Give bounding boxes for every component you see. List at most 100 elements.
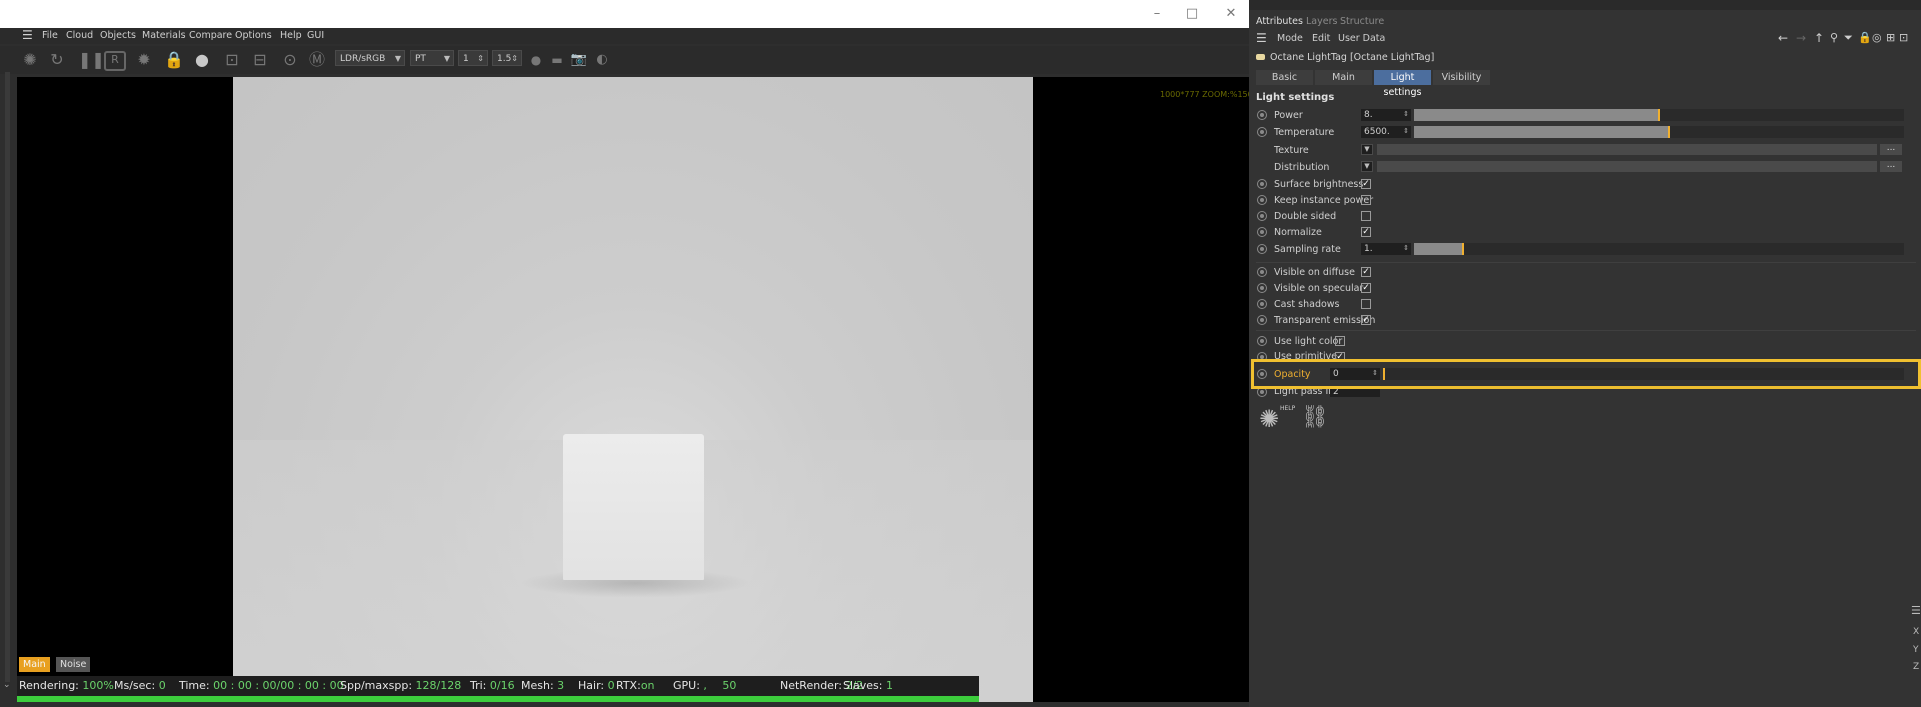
- transparent-emission-animate-radio[interactable]: [1257, 315, 1267, 325]
- pass-tab-noise[interactable]: Noise: [56, 657, 91, 672]
- minimize-button[interactable]: –: [1148, 6, 1166, 22]
- distribution-link-field[interactable]: [1377, 161, 1877, 172]
- double-sided-animate-radio[interactable]: [1257, 211, 1267, 221]
- menu-edit[interactable]: Edit: [1312, 33, 1330, 44]
- use-light-color-animate-radio[interactable]: [1257, 336, 1267, 346]
- surface-brightness-checkbox[interactable]: ✓: [1361, 179, 1371, 189]
- tab-structure[interactable]: Structure: [1340, 16, 1384, 27]
- distribution-dropdown[interactable]: ▼: [1361, 161, 1373, 172]
- restart-render-icon[interactable]: ↻: [47, 50, 67, 70]
- clay-mode-icon[interactable]: ⊟: [250, 50, 270, 70]
- transparent-emission-checkbox[interactable]: ✓: [1361, 315, 1371, 325]
- value2-stepper[interactable]: 1.5 ⇕: [492, 50, 522, 66]
- pause-icon[interactable]: ❚❚: [78, 50, 105, 70]
- forward-arrow-icon[interactable]: →: [1796, 31, 1806, 45]
- value1-stepper[interactable]: 1 ⇕: [458, 50, 488, 66]
- menu-mode[interactable]: Mode: [1277, 33, 1303, 44]
- camera-icon[interactable]: 📷: [569, 50, 589, 70]
- light-pass-id-animate-radio[interactable]: [1257, 389, 1267, 397]
- focus-picker-icon[interactable]: ⊡: [222, 50, 242, 70]
- octane-logo-icon[interactable]: ✺: [20, 50, 40, 70]
- settings-gear-icon[interactable]: ✹: [134, 50, 154, 70]
- hamburger-menu-icon[interactable]: ☰: [22, 28, 33, 42]
- status-hair: Hair: 0: [578, 679, 615, 692]
- cast-shadows-checkbox[interactable]: [1361, 299, 1371, 309]
- hamburger-menu-icon[interactable]: ☰: [1256, 31, 1267, 45]
- viewer-scrollbar[interactable]: [5, 72, 10, 682]
- menu-cloud[interactable]: Cloud: [66, 30, 93, 41]
- normalize-checkbox[interactable]: ✓: [1361, 227, 1371, 237]
- up-arrow-icon[interactable]: ↑: [1814, 31, 1824, 45]
- temperature-animate-radio[interactable]: [1257, 127, 1267, 137]
- lock-icon[interactable]: 🔒: [1858, 31, 1872, 44]
- menu-gui[interactable]: GUI: [307, 30, 324, 41]
- record-icon[interactable]: ●: [526, 50, 546, 70]
- tab-light-settings[interactable]: Light settings: [1374, 70, 1431, 98]
- menu-options[interactable]: Options: [235, 30, 272, 41]
- visible-on-diffuse-animate-radio[interactable]: [1257, 267, 1267, 277]
- target-icon[interactable]: ◎: [1872, 31, 1882, 44]
- use-light-color-label: Use light color: [1274, 336, 1343, 347]
- power-field[interactable]: 8. ⇕: [1361, 109, 1411, 121]
- temperature-field[interactable]: 6500. ⇕: [1361, 126, 1411, 138]
- kernel-select[interactable]: PT ▼: [410, 50, 454, 66]
- close-button[interactable]: ✕: [1222, 6, 1240, 22]
- power-slider[interactable]: [1414, 109, 1904, 121]
- keep-instance-power-animate-radio[interactable]: [1257, 195, 1267, 205]
- search-icon[interactable]: ⚲: [1830, 31, 1838, 44]
- tab-visibility[interactable]: Visibility: [1433, 70, 1490, 85]
- node-editor-icon[interactable]: ⛓: [1301, 405, 1329, 430]
- film-icon[interactable]: ▬: [547, 50, 567, 70]
- new-window-icon[interactable]: ⊞: [1886, 31, 1895, 44]
- sampling-rate-field[interactable]: 1. ⇕: [1361, 243, 1411, 255]
- menu-materials[interactable]: Materials: [142, 30, 186, 41]
- power-animate-radio[interactable]: [1257, 110, 1267, 120]
- panel-menu-icon[interactable]: ☰: [1911, 604, 1921, 617]
- menu-user-data[interactable]: User Data: [1338, 33, 1385, 44]
- surface-brightness-animate-radio[interactable]: [1257, 179, 1267, 189]
- material-sphere-icon[interactable]: ●: [192, 50, 212, 70]
- tab-attributes[interactable]: Attributes: [1256, 16, 1303, 27]
- use-primitive-checkbox[interactable]: ✓: [1335, 352, 1345, 359]
- half-sphere-icon[interactable]: ◐: [592, 50, 612, 70]
- double-sided-checkbox[interactable]: [1361, 211, 1371, 221]
- sampling-rate-slider[interactable]: [1414, 243, 1904, 255]
- texture-dropdown[interactable]: ▼: [1361, 144, 1373, 155]
- menu-file[interactable]: File: [42, 30, 58, 41]
- sampling-rate-animate-radio[interactable]: [1257, 244, 1267, 254]
- macro-icon[interactable]: Ⓜ: [307, 50, 327, 70]
- collapse-chevron-icon[interactable]: ⌄: [3, 680, 11, 690]
- visible-on-diffuse-checkbox[interactable]: ✓: [1361, 267, 1371, 277]
- cast-shadows-animate-radio[interactable]: [1257, 299, 1267, 309]
- temperature-slider[interactable]: [1414, 126, 1904, 138]
- expand-icon[interactable]: ⊡: [1899, 31, 1908, 44]
- use-light-color-checkbox[interactable]: [1335, 336, 1345, 346]
- texture-link-field[interactable]: [1377, 144, 1877, 155]
- light-pass-id-field[interactable]: 2: [1330, 389, 1380, 397]
- menu-objects[interactable]: Objects: [100, 30, 136, 41]
- tab-main[interactable]: Main: [1315, 70, 1372, 85]
- maximize-button[interactable]: □: [1183, 6, 1201, 22]
- status-spp: Spp/maxspp: 128/128: [340, 679, 462, 692]
- render-progress-bar: [17, 696, 979, 702]
- back-arrow-icon[interactable]: ←: [1778, 31, 1788, 45]
- region-render-icon[interactable]: R: [104, 51, 126, 71]
- menu-compare[interactable]: Compare: [189, 30, 232, 41]
- use-primitive-animate-radio[interactable]: [1257, 352, 1267, 359]
- texture-browse-button[interactable]: ...: [1880, 144, 1902, 155]
- octane-help-icon[interactable]: ✺: [1259, 405, 1279, 433]
- pass-tab-main[interactable]: Main: [19, 657, 50, 672]
- menu-help[interactable]: Help: [280, 30, 302, 41]
- tab-layers[interactable]: Layers: [1306, 16, 1337, 27]
- distribution-browse-button[interactable]: ...: [1880, 161, 1902, 172]
- visible-on-specular-checkbox[interactable]: ✓: [1361, 283, 1371, 293]
- filter-icon[interactable]: ⏷: [1844, 31, 1853, 45]
- pin-icon[interactable]: ⊙: [280, 50, 300, 70]
- colorspace-select[interactable]: LDR/sRGB ▼: [335, 50, 405, 66]
- visible-on-specular-animate-radio[interactable]: [1257, 283, 1267, 293]
- normalize-animate-radio[interactable]: [1257, 227, 1267, 237]
- lock-icon[interactable]: 🔒: [164, 50, 184, 70]
- keep-instance-power-checkbox[interactable]: [1361, 195, 1371, 205]
- viewer-menu-bar: ☰ File Cloud Objects Materials Compare O…: [0, 28, 1249, 44]
- tab-basic[interactable]: Basic: [1256, 70, 1313, 85]
